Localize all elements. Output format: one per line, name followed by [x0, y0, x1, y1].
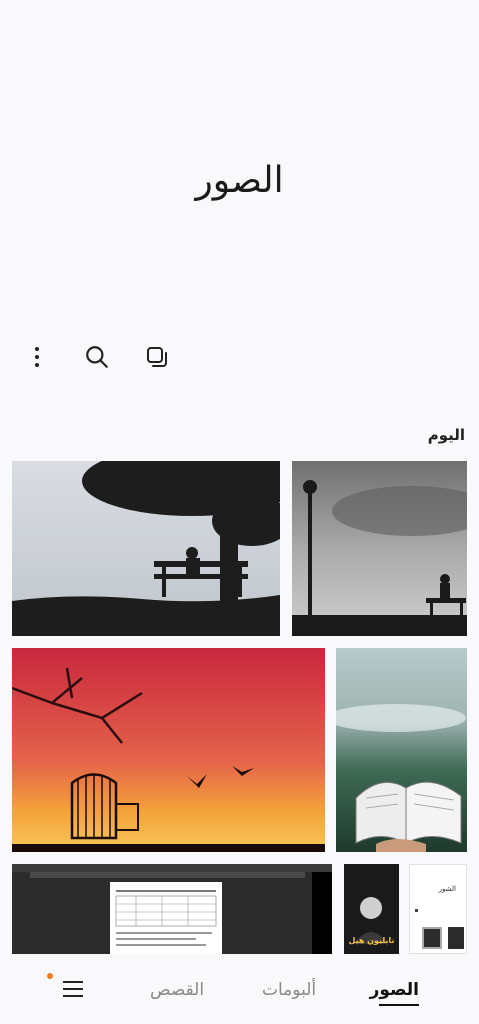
note-text: الشور [438, 885, 456, 893]
book-cover-title: نابليون هيل [348, 936, 395, 945]
toolbar [20, 340, 190, 374]
tab-photos[interactable]: الصور [370, 980, 419, 1000]
tab-stories[interactable]: القصص [150, 980, 204, 1000]
note-mini-thumb [422, 927, 442, 949]
active-tab-indicator [379, 1004, 419, 1006]
page-title: الصور [195, 160, 284, 201]
more-vertical-icon [35, 347, 39, 367]
tab-albums[interactable]: ألبومات [262, 980, 316, 1000]
note-dot [415, 909, 418, 912]
bottom-navigation: القصص ألبومات الصور [0, 960, 479, 1024]
photo-book-cover[interactable]: نابليون هيل [344, 864, 399, 954]
photo-book-forest[interactable] [336, 648, 467, 852]
notification-dot [47, 973, 53, 979]
photo-screenshot-document[interactable] [12, 864, 332, 954]
photo-birdcage-sunset[interactable] [12, 648, 325, 852]
search-icon [86, 346, 108, 368]
note-mini-thumb-2 [448, 927, 464, 949]
photo-lamp-bench[interactable] [292, 461, 467, 636]
section-today-label: اليوم [427, 426, 465, 444]
more-options-button[interactable] [20, 340, 54, 374]
search-button[interactable] [80, 340, 114, 374]
photo-tree-bench[interactable] [12, 461, 280, 636]
photo-note[interactable]: الشور [409, 864, 467, 954]
select-button[interactable] [140, 340, 174, 374]
hamburger-menu-icon [63, 981, 83, 997]
menu-button[interactable] [60, 976, 86, 1002]
select-icon [147, 347, 167, 367]
